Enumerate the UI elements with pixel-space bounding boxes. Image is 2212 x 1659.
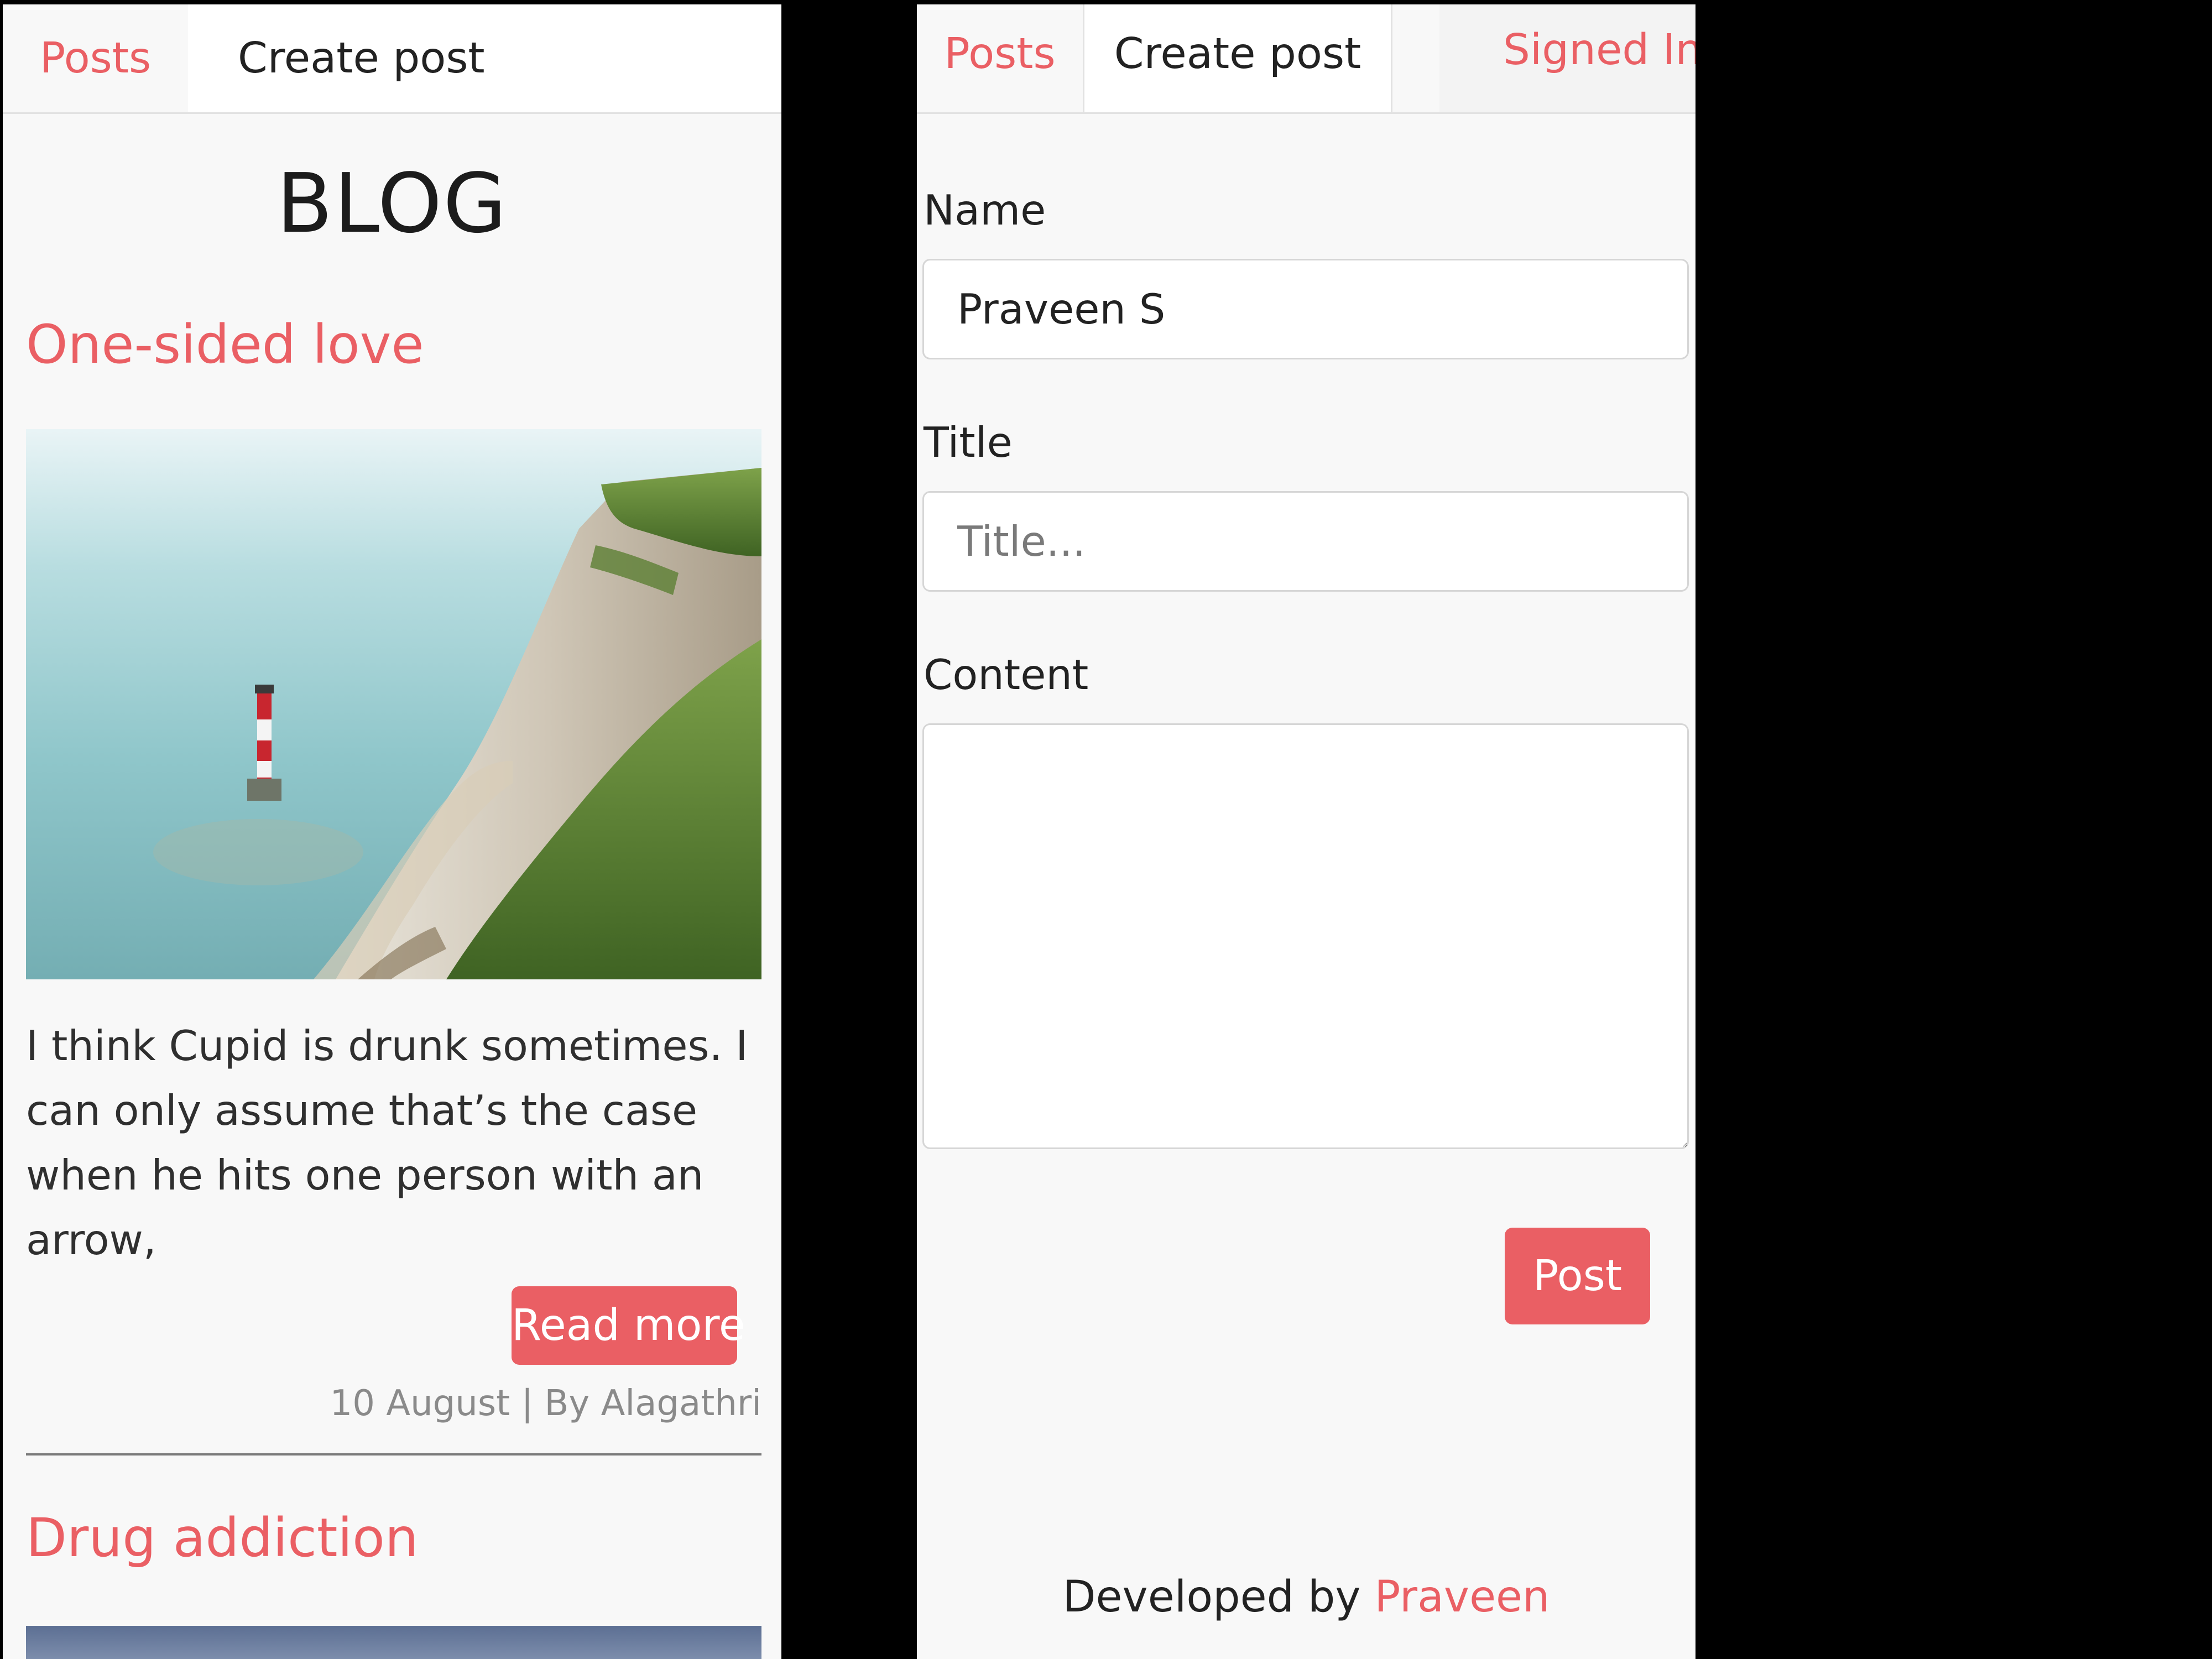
read-more-button[interactable]: Read more — [512, 1286, 745, 1365]
name-input[interactable] — [922, 259, 1689, 359]
footer: Developed by Praveen — [917, 1564, 1695, 1630]
footer-author-link[interactable]: Praveen — [1374, 1572, 1550, 1622]
page-title: BLOG — [276, 156, 508, 251]
create-post-screen: Posts Create post Signed In Name Title C… — [917, 4, 1695, 1659]
blog-list-screen: Posts Create post BLOG One-sided love I … — [3, 4, 781, 1659]
content-textarea[interactable] — [922, 723, 1689, 1149]
lighthouse-cliff-photo — [26, 429, 761, 979]
post-excerpt: I think Cupid is drunk sometimes. I can … — [26, 1021, 748, 1264]
post-divider — [26, 1453, 761, 1455]
navbar: Posts Create post Signed In — [917, 4, 1695, 114]
post-button[interactable]: Post — [1505, 1228, 1650, 1324]
post-meta: 10 August | By Alagathri — [330, 1376, 762, 1431]
tab-create-post[interactable]: Create post — [1083, 4, 1392, 112]
name-label: Name — [924, 186, 1046, 234]
post-author: By Alagathri — [544, 1383, 762, 1424]
footer-text: Developed by — [1062, 1572, 1361, 1622]
post-title[interactable]: One-sided love — [26, 309, 424, 380]
meta-separator: | — [521, 1383, 534, 1424]
content-label: Content — [924, 650, 1089, 699]
tab-posts[interactable]: Posts — [917, 4, 1083, 112]
post-title[interactable]: Drug addiction — [26, 1502, 419, 1574]
navbar: Posts Create post — [3, 4, 781, 114]
title-input[interactable] — [922, 491, 1689, 592]
post-image — [26, 1626, 761, 1659]
signed-in-link[interactable]: Signed In — [1439, 4, 1695, 112]
post-image — [26, 429, 761, 979]
tab-create-post[interactable]: Create post — [188, 4, 485, 112]
tab-posts[interactable]: Posts — [3, 4, 188, 112]
post-date: 10 August — [330, 1383, 510, 1424]
title-label: Title — [924, 418, 1013, 467]
